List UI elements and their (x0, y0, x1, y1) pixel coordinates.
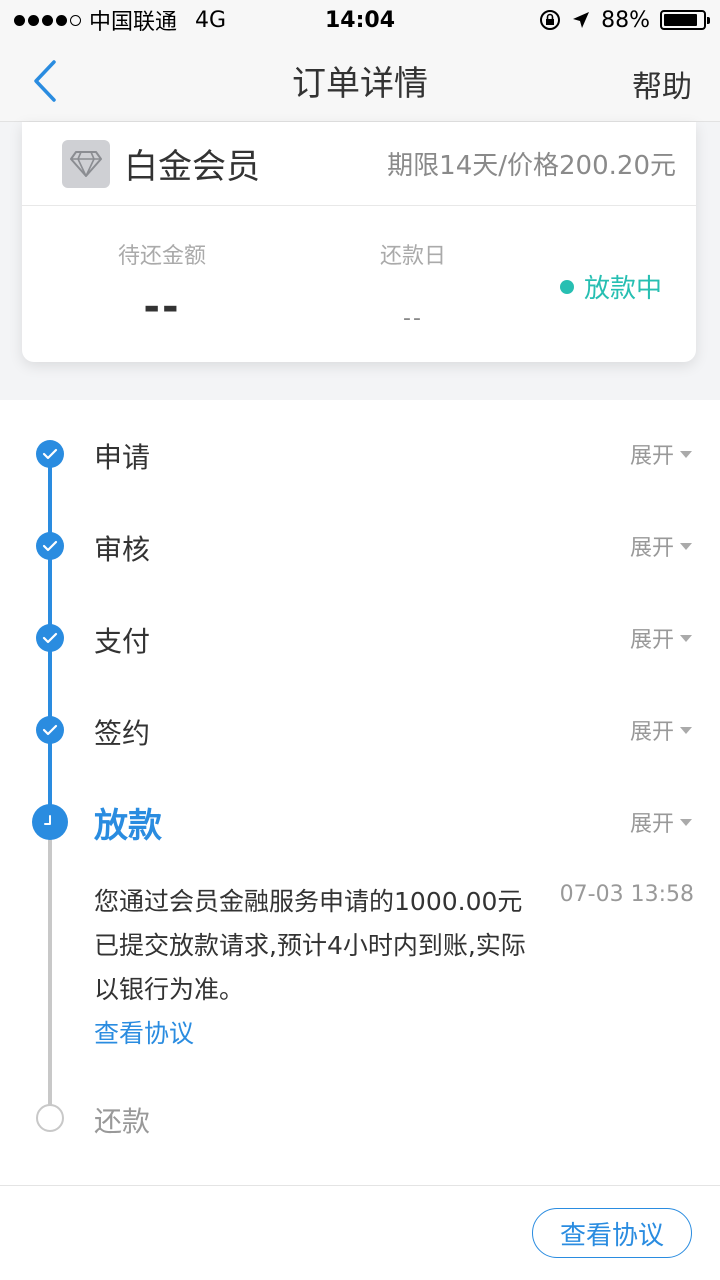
repayment-date-value: -- (403, 306, 423, 331)
page-title: 订单详情 (292, 64, 428, 104)
expand-button[interactable]: 展开 (630, 806, 692, 838)
status-dot-icon (559, 279, 574, 294)
step-label-active: 放款 (94, 806, 162, 846)
expand-label: 展开 (629, 536, 674, 561)
caret-down-icon (680, 542, 692, 550)
progress-timeline: 申请 展开 审核 展开 支付 展开 签约 展开 放款 展开 您通过会员金融服务申… (0, 400, 720, 1185)
step-label: 申请 (94, 441, 151, 474)
timeline-step-apply: 申请 展开 (0, 424, 720, 484)
expand-button[interactable]: 展开 (630, 438, 692, 470)
timeline-step-repay: 还款 (0, 1088, 720, 1148)
timeline-line-pending (48, 836, 52, 1118)
status-text: 放款中 (583, 274, 662, 304)
battery-percent: 88% (601, 7, 650, 33)
amount-due: 待还金额 -- (100, 238, 224, 330)
check-icon (36, 624, 64, 652)
timeline-step-review: 审核 展开 (0, 516, 720, 576)
step-label: 还款 (94, 1105, 151, 1138)
pending-circle-icon (36, 1104, 64, 1132)
timeline-step-disburse: 放款 展开 (0, 792, 720, 852)
diamond-icon (62, 139, 110, 188)
check-icon (36, 440, 64, 468)
caret-down-icon (680, 450, 692, 458)
nav-bar: 订单详情 帮助 (0, 40, 720, 122)
carrier-label: 中国联通 (89, 10, 178, 35)
location-icon (573, 12, 590, 28)
signal-icon (14, 14, 81, 26)
clock-icon (32, 804, 68, 840)
disburse-detail-time: 07-03 13:58 (559, 882, 694, 907)
step-label: 支付 (94, 625, 151, 658)
expand-button[interactable]: 展开 (630, 530, 692, 562)
timeline-step-payment: 支付 展开 (0, 608, 720, 668)
expand-label: 展开 (629, 812, 674, 837)
bottom-bar: 查看协议 (0, 1185, 720, 1280)
expand-label: 展开 (629, 720, 674, 745)
caret-down-icon (680, 726, 692, 734)
help-button[interactable]: 帮助 (632, 62, 692, 106)
network-label: 4G (195, 7, 227, 33)
battery-icon (660, 10, 710, 30)
status-badge: 放款中 (559, 268, 662, 305)
order-summary-card: 白金会员 期限14天/价格200.20元 待还金额 -- 还款日 -- 放款中 (22, 122, 696, 362)
check-icon (36, 716, 64, 744)
view-agreement-button[interactable]: 查看协议 (532, 1208, 692, 1258)
repayment-date: 还款日 -- (358, 238, 468, 331)
orientation-lock-icon (540, 10, 561, 30)
expand-label: 展开 (629, 444, 674, 469)
check-icon (36, 532, 64, 560)
member-meta: 期限14天/价格200.20元 (387, 151, 676, 181)
amount-due-value: -- (143, 284, 181, 330)
view-agreement-link[interactable]: 查看协议 (94, 1014, 194, 1050)
member-name: 白金会员 (124, 147, 260, 187)
chevron-left-icon[interactable] (28, 56, 68, 106)
repayment-date-label: 还款日 (379, 244, 446, 269)
step-label: 签约 (94, 717, 151, 750)
disburse-detail-text: 您通过会员金融服务申请的1000.00元已提交放款请求,预计4小时内到账,实际以… (94, 887, 526, 1004)
caret-down-icon (680, 634, 692, 642)
status-left: 中国联通 4G (14, 4, 226, 36)
timeline-step-sign: 签约 展开 (0, 700, 720, 760)
caret-down-icon (680, 818, 692, 826)
status-time: 14:04 (324, 7, 396, 33)
expand-button[interactable]: 展开 (630, 714, 692, 746)
card-body: 待还金额 -- 还款日 -- 放款中 (22, 206, 696, 362)
amount-due-label: 待还金额 (117, 244, 206, 269)
expand-button[interactable]: 展开 (630, 622, 692, 654)
status-bar: 中国联通 4G 14:04 88% (0, 0, 720, 40)
status-right: 88% (539, 7, 710, 33)
card-header: 白金会员 期限14天/价格200.20元 (22, 122, 696, 206)
step-label: 审核 (94, 533, 151, 566)
expand-label: 展开 (629, 628, 674, 653)
